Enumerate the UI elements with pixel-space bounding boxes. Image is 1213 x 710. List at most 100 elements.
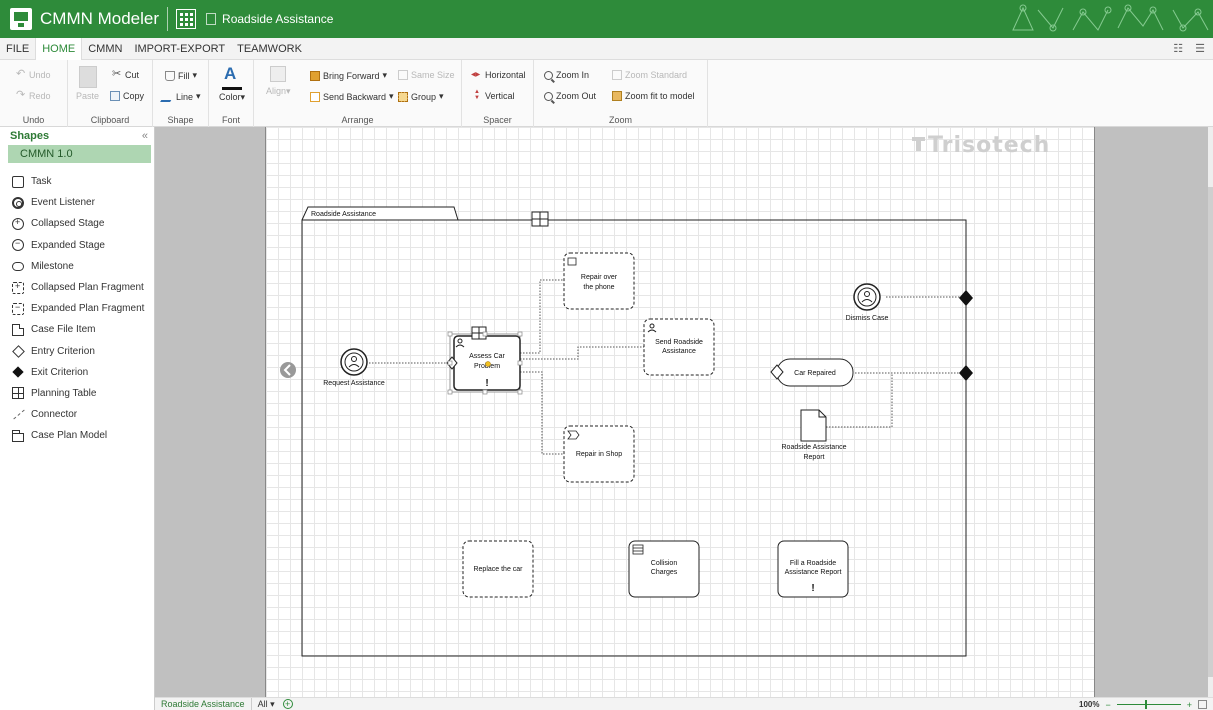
- comments-icon[interactable]: ☰: [1195, 42, 1205, 55]
- hierarchy-icon[interactable]: ☷: [1173, 42, 1183, 55]
- task-icon: [12, 175, 24, 188]
- repair-shop-label: Repair in Shop: [576, 451, 622, 458]
- line-button[interactable]: Line ▾: [160, 91, 201, 102]
- planning-table-icon: [12, 387, 24, 400]
- group-button[interactable]: Group ▾: [398, 91, 444, 102]
- align-button[interactable]: Align▾: [266, 66, 291, 97]
- car-repaired-label: Car Repaired: [794, 370, 836, 377]
- collision-label-1: Collision: [651, 560, 678, 567]
- horizontal-spacer-button[interactable]: Horizontal: [471, 70, 526, 80]
- planning-table-marker[interactable]: [531, 211, 549, 227]
- shape-expanded-stage[interactable]: Expanded Stage: [0, 235, 154, 256]
- shape-case-file-item[interactable]: Case File Item: [0, 319, 154, 340]
- fill-report-task[interactable]: Fill a Roadside Assistance Report !: [777, 540, 849, 598]
- zoom-standard-button[interactable]: Zoom Standard: [612, 70, 687, 80]
- canvas-area[interactable]: Trisotech Roadside Assistance Request As…: [155, 127, 1208, 697]
- shape-collapsed-stage[interactable]: Collapsed Stage: [0, 213, 154, 234]
- repair-phone-label-1: Repair over: [581, 274, 618, 281]
- fill-report-required-marker: !: [811, 583, 814, 594]
- exit-criterion-dismiss[interactable]: [959, 290, 973, 306]
- ribbon-group-undo: Undo Redo Undo: [0, 60, 68, 127]
- menu-home[interactable]: HOME: [35, 37, 83, 60]
- cut-button[interactable]: Cut: [112, 67, 139, 80]
- redo-button[interactable]: Redo: [16, 88, 51, 101]
- shape-planning-table[interactable]: Planning Table: [0, 383, 154, 404]
- shape-connector[interactable]: Connector: [0, 404, 154, 425]
- menu-import-export[interactable]: IMPORT-EXPORT: [128, 43, 231, 55]
- send-backward-button[interactable]: Send Backward ▾: [310, 91, 394, 102]
- horizontal-spacer-icon: [471, 70, 482, 80]
- shape-exit-criterion[interactable]: Exit Criterion: [0, 362, 154, 383]
- roadside-report-file[interactable]: Roadside Assistance Report: [782, 409, 847, 461]
- zoom-out-control[interactable]: −: [1105, 700, 1110, 710]
- car-repaired-milestone[interactable]: Car Repaired: [770, 358, 854, 387]
- shape-expanded-plan-fragment[interactable]: Expanded Plan Fragment: [0, 298, 154, 319]
- send-roadside-assistance-task[interactable]: Send Roadside Assistance: [643, 318, 715, 376]
- zoom-out-button[interactable]: Zoom Out: [544, 91, 596, 101]
- report-label-2: Report: [803, 454, 824, 461]
- cmmn-diagram[interactable]: Trisotech Roadside Assistance Request As…: [266, 127, 1096, 697]
- shapes-panel-header: Shapes «: [0, 127, 154, 145]
- zoom-fit-button[interactable]: Zoom fit to model: [612, 91, 695, 101]
- group-label-zoom: Zoom: [608, 115, 632, 125]
- copy-icon: [110, 91, 120, 101]
- request-assistance-event[interactable]: Request Assistance: [323, 348, 385, 387]
- assess-car-problem-task[interactable]: Assess Car Problem !: [446, 326, 523, 395]
- same-size-icon: [398, 70, 408, 80]
- fit-page-icon[interactable]: [1198, 700, 1207, 709]
- shape-category-cmmn[interactable]: CMMN 1.0: [8, 145, 151, 163]
- document-title[interactable]: Roadside Assistance: [222, 12, 333, 26]
- nav-back-icon[interactable]: [280, 362, 296, 378]
- diagram-page[interactable]: Trisotech Roadside Assistance Request As…: [265, 127, 1095, 697]
- collision-charges-task[interactable]: Collision Charges: [628, 540, 700, 598]
- exit-criterion-repaired[interactable]: [959, 365, 973, 381]
- paste-button[interactable]: Paste: [76, 66, 99, 101]
- shape-collapsed-plan-fragment[interactable]: Collapsed Plan Fragment: [0, 277, 154, 298]
- menu-right-tools: ☷ ☰: [1173, 42, 1205, 55]
- dismiss-case-event[interactable]: Dismiss Case: [846, 283, 889, 322]
- group-label-spacer: Spacer: [483, 115, 512, 125]
- copy-button[interactable]: Copy: [110, 91, 144, 101]
- app-window: CMMN Modeler Roadside Assistance FILE HO…: [0, 0, 1213, 710]
- ribbon-group-clipboard: Paste Cut Copy Clipboard: [68, 60, 153, 127]
- shapes-panel: Shapes « CMMN 1.0 Task Event Listener Co…: [0, 127, 155, 710]
- fill-report-label-2: Assistance Report: [785, 569, 842, 576]
- menu-cmmn[interactable]: CMMN: [82, 43, 128, 55]
- same-size-button[interactable]: Same Size: [398, 70, 455, 80]
- zoom-in-button[interactable]: Zoom In: [544, 70, 589, 80]
- fill-button[interactable]: Fill ▾: [165, 70, 197, 81]
- sheet-tab-roadside-assistance[interactable]: Roadside Assistance: [155, 697, 252, 710]
- replace-car-task[interactable]: Replace the car: [462, 540, 534, 598]
- add-sheet-button[interactable]: +: [282, 699, 293, 709]
- menu-teamwork[interactable]: TEAMWORK: [231, 43, 308, 55]
- undo-icon: [16, 67, 26, 80]
- app-logo-icon: [10, 8, 32, 30]
- menu-file[interactable]: FILE: [0, 43, 35, 55]
- repair-over-phone-task[interactable]: Repair over the phone: [563, 252, 635, 310]
- bring-forward-button[interactable]: Bring Forward ▾: [310, 70, 387, 81]
- vertical-spacer-button[interactable]: Vertical: [472, 89, 515, 101]
- color-button[interactable]: Color▾: [219, 64, 245, 103]
- app-title: CMMN Modeler: [40, 9, 160, 28]
- app-launcher-icon[interactable]: [176, 9, 197, 29]
- zoom-slider[interactable]: [1116, 700, 1181, 709]
- paste-icon: [78, 66, 97, 88]
- all-sheets-dropdown[interactable]: All ▾: [252, 699, 281, 710]
- entry-criterion-icon: [12, 344, 25, 358]
- shape-milestone[interactable]: Milestone: [0, 256, 154, 277]
- shape-entry-criterion[interactable]: Entry Criterion: [0, 341, 154, 362]
- dismiss-case-label: Dismiss Case: [846, 315, 889, 322]
- repair-in-shop-task[interactable]: Repair in Shop: [563, 425, 635, 483]
- vertical-scrollbar[interactable]: [1208, 127, 1213, 697]
- shape-event-listener[interactable]: Event Listener: [0, 192, 154, 213]
- zoom-standard-icon: [612, 70, 622, 80]
- shape-task[interactable]: Task: [0, 171, 154, 192]
- collapse-panel-button[interactable]: «: [142, 130, 148, 142]
- shape-case-plan-model[interactable]: Case Plan Model: [0, 425, 154, 446]
- send-roadside-label-2: Assistance: [662, 348, 696, 355]
- send-backward-icon: [310, 91, 320, 102]
- undo-button[interactable]: Undo: [16, 67, 51, 80]
- group-label-arrange: Arrange: [341, 115, 374, 125]
- ribbon-group-zoom: Zoom In Zoom Out Zoom Standard Zoom fit …: [534, 60, 708, 127]
- zoom-in-control[interactable]: +: [1187, 700, 1192, 710]
